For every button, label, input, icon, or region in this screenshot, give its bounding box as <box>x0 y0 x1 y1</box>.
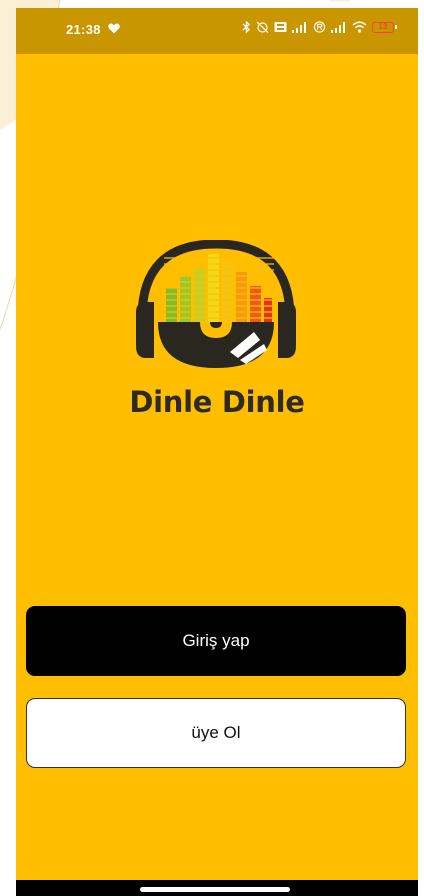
register-button-label: üye Ol <box>191 723 241 742</box>
home-indicator[interactable] <box>140 887 290 892</box>
brand-name: Dinle Dinle <box>129 385 305 419</box>
battery-icon: 13 <box>372 21 397 33</box>
register-button[interactable]: üye Ol <box>26 698 406 768</box>
app-logo <box>136 240 296 368</box>
signal-icon-2 <box>331 22 345 33</box>
login-button[interactable]: Giriş yap <box>26 606 406 676</box>
signal-icon <box>292 22 306 33</box>
navigation-bar <box>16 880 418 896</box>
login-button-label: Giriş yap <box>182 631 250 650</box>
app-screen: 21:38 13 Dinle Dinle Giriş yap üye Ol <box>16 8 418 896</box>
battery-level: 13 <box>378 21 388 31</box>
status-bar: 21:38 13 <box>16 8 418 54</box>
sim-icon <box>274 22 287 32</box>
wifi-icon <box>352 21 367 33</box>
roaming-icon <box>313 21 326 33</box>
bluetooth-icon <box>242 21 250 33</box>
status-time: 21:38 <box>66 22 101 37</box>
heart-icon <box>108 23 120 34</box>
status-icons: 13 <box>242 21 397 33</box>
screen: 21:38 13 Dinle Dinle Giriş yap üye Ol <box>0 0 424 896</box>
alarm-off-icon <box>256 21 269 33</box>
